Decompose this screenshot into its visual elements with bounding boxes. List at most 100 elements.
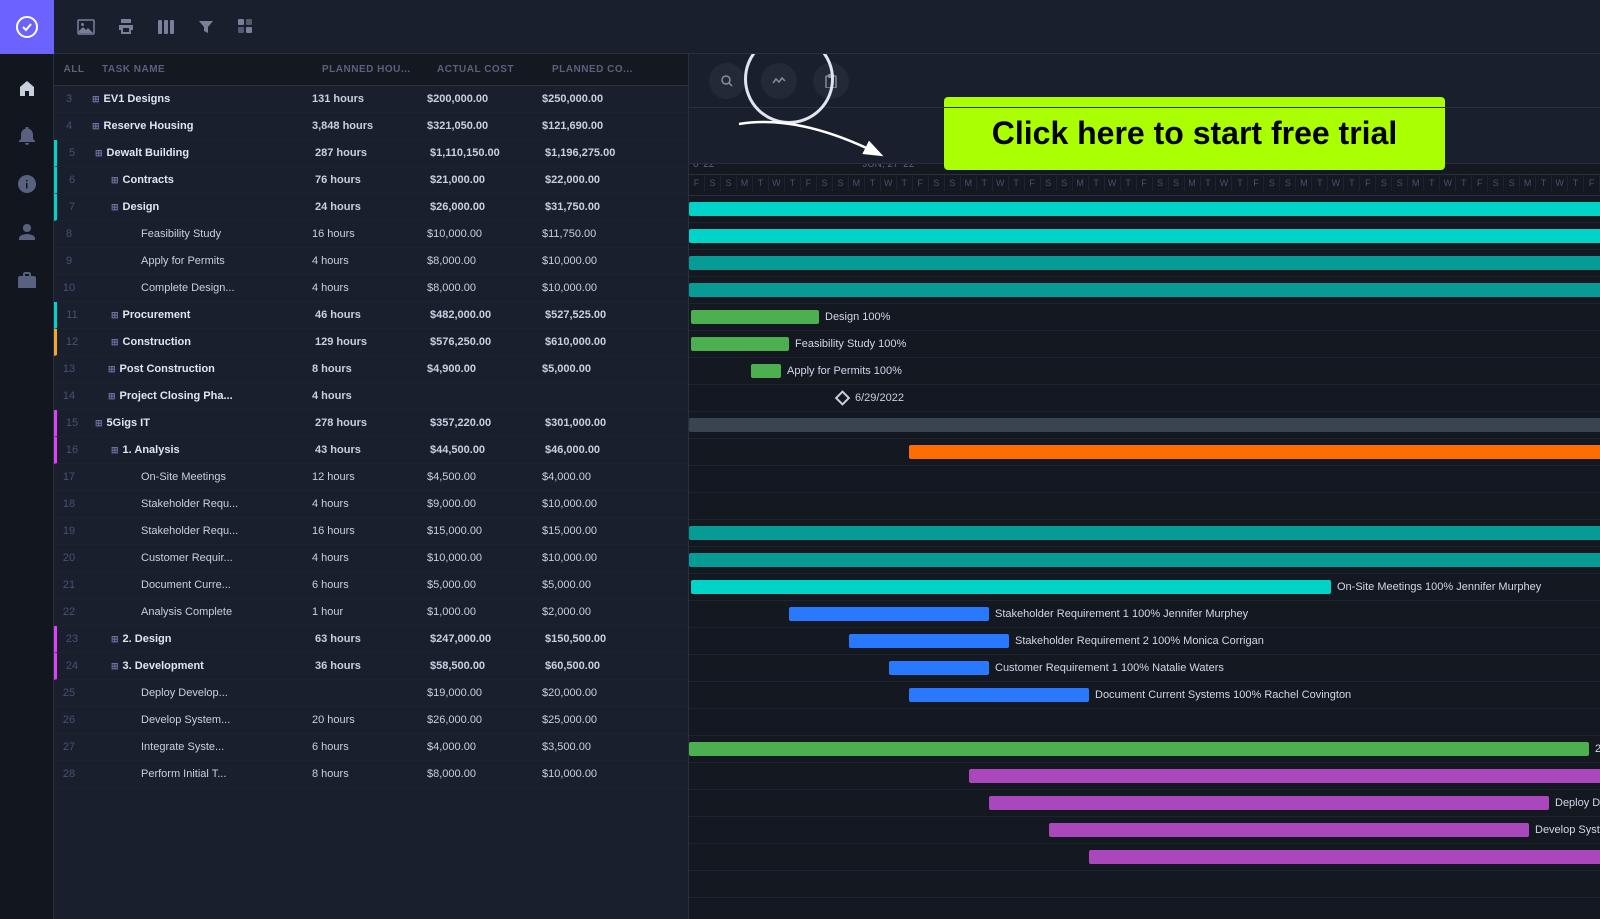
table-row[interactable]: 5 ⊞ Dewalt Building 287 hours $1,110,150…	[54, 140, 688, 167]
row-number: 21	[54, 579, 84, 591]
table-row[interactable]: 4 ⊞ Reserve Housing 3,848 hours $321,050…	[54, 113, 688, 140]
expand-icon[interactable]: ⊞	[95, 148, 103, 159]
table-row[interactable]: 10 Complete Design... 4 hours $8,000.00 …	[54, 275, 688, 302]
row-task-name: ⊞ 1. Analysis	[87, 444, 307, 456]
row-actual: $482,000.00	[422, 309, 537, 321]
briefcase-icon[interactable]	[7, 260, 47, 300]
gantt-bar[interactable]	[689, 742, 1589, 756]
gantt-bar[interactable]	[691, 580, 1331, 594]
table-row[interactable]: 11 ⊞ Procurement 46 hours $482,000.00 $5…	[54, 302, 688, 329]
table-row[interactable]: 25 Deploy Develop... $19,000.00 $20,000.…	[54, 680, 688, 707]
row-number: 8	[54, 228, 84, 240]
expand-icon[interactable]: ⊞	[111, 175, 119, 186]
gantt-bar[interactable]	[751, 364, 781, 378]
gantt-icon-wave[interactable]	[761, 63, 797, 99]
filter-toolbar-icon[interactable]	[190, 11, 222, 43]
row-planned-co: $10,000.00	[534, 255, 649, 267]
row-planned-co: $4,000.00	[534, 471, 649, 483]
expand-icon[interactable]: ⊞	[108, 364, 116, 375]
expand-icon[interactable]: ⊞	[111, 445, 119, 456]
gantt-bar[interactable]	[689, 202, 1600, 216]
gantt-bar[interactable]	[1089, 850, 1600, 864]
table-row[interactable]: 8 Feasibility Study 16 hours $10,000.00 …	[54, 221, 688, 248]
gantt-day-cell: T	[1312, 175, 1328, 191]
table-row[interactable]: 9 Apply for Permits 4 hours $8,000.00 $1…	[54, 248, 688, 275]
expand-icon[interactable]: ⊞	[108, 391, 116, 402]
image-toolbar-icon[interactable]	[70, 11, 102, 43]
gantt-row: Deploy Development Environment 100% Rach…	[689, 790, 1600, 817]
gantt-bar[interactable]	[689, 553, 1600, 567]
table-row[interactable]: 27 Integrate Syste... 6 hours $4,000.00 …	[54, 734, 688, 761]
table-row[interactable]: 12 ⊞ Construction 129 hours $576,250.00 …	[54, 329, 688, 356]
bell-icon[interactable]	[7, 116, 47, 156]
table-row[interactable]: 13 ⊞ Post Construction 8 hours $4,900.00…	[54, 356, 688, 383]
table-row[interactable]: 22 Analysis Complete 1 hour $1,000.00 $2…	[54, 599, 688, 626]
gantt-bar[interactable]	[689, 229, 1600, 243]
expand-icon[interactable]: ⊞	[92, 121, 100, 132]
table-row[interactable]: 17 On-Site Meetings 12 hours $4,500.00 $…	[54, 464, 688, 491]
table-row[interactable]: 21 Document Curre... 6 hours $5,000.00 $…	[54, 572, 688, 599]
gantt-bar[interactable]	[909, 688, 1089, 702]
user-icon[interactable]	[7, 212, 47, 252]
row-number: 22	[54, 606, 84, 618]
table-row[interactable]: 20 Customer Requir... 4 hours $10,000.00…	[54, 545, 688, 572]
home-icon[interactable]	[7, 68, 47, 108]
gantt-row	[689, 196, 1600, 223]
table-row[interactable]: 16 ⊞ 1. Analysis 43 hours $44,500.00 $46…	[54, 437, 688, 464]
print-toolbar-icon[interactable]	[110, 11, 142, 43]
gantt-bar[interactable]	[689, 526, 1600, 540]
expand-icon[interactable]: ⊞	[111, 661, 119, 672]
gantt-bar[interactable]	[849, 634, 1009, 648]
row-actual: $26,000.00	[419, 714, 534, 726]
row-actual: $10,000.00	[419, 552, 534, 564]
expand-icon[interactable]: ⊞	[95, 418, 103, 429]
row-planned: 3,848 hours	[304, 120, 419, 132]
table-row[interactable]: 15 ⊞ 5Gigs IT 278 hours $357,220.00 $301…	[54, 410, 688, 437]
gantt-day-cell: S	[945, 175, 961, 191]
gantt-bar[interactable]	[909, 445, 1600, 459]
gantt-bar[interactable]	[691, 310, 819, 324]
gantt-row: Stakeholder Requirement 1 100% Jennifer …	[689, 601, 1600, 628]
clock-icon[interactable]	[7, 164, 47, 204]
gantt-bar[interactable]	[691, 337, 789, 351]
gantt-row	[689, 520, 1600, 547]
row-actual: $1,110,150.00	[422, 147, 537, 159]
gantt-day-cell: F	[1584, 175, 1600, 191]
table-row[interactable]: 7 ⊞ Design 24 hours $26,000.00 $31,750.0…	[54, 194, 688, 221]
table-row[interactable]: 6 ⊞ Contracts 76 hours $21,000.00 $22,00…	[54, 167, 688, 194]
gantt-bar[interactable]	[689, 418, 1600, 432]
table-row[interactable]: 3 ⊞ EV1 Designs 131 hours $200,000.00 $2…	[54, 86, 688, 113]
columns-toolbar-icon[interactable]	[150, 11, 182, 43]
row-planned: 43 hours	[307, 444, 422, 456]
expand-icon[interactable]: ⊞	[111, 337, 119, 348]
expand-icon[interactable]: ⊞	[111, 634, 119, 645]
table-row[interactable]: 26 Develop System... 20 hours $26,000.00…	[54, 707, 688, 734]
gantt-bar[interactable]	[989, 796, 1549, 810]
gantt-day-cell: W	[1328, 175, 1344, 191]
gantt-bar[interactable]	[689, 256, 1600, 270]
gantt-bar[interactable]	[889, 661, 989, 675]
expand-icon[interactable]: ⊞	[111, 310, 119, 321]
row-planned-co: $250,000.00	[534, 93, 649, 105]
gantt-bar[interactable]	[1049, 823, 1529, 837]
table-row[interactable]: 14 ⊞ Project Closing Pha... 4 hours	[54, 383, 688, 410]
gantt-bar[interactable]	[969, 769, 1600, 783]
gantt-bar[interactable]	[689, 283, 1600, 297]
gantt-icon-search[interactable]	[709, 63, 745, 99]
gantt-day-cell: F	[689, 175, 705, 191]
table-row[interactable]: 19 Stakeholder Requ... 16 hours $15,000.…	[54, 518, 688, 545]
gantt-bar[interactable]	[789, 607, 989, 621]
row-planned-co: $31,750.00	[537, 201, 652, 213]
row-planned-co: $25,000.00	[534, 714, 649, 726]
expand-icon[interactable]: ⊞	[92, 94, 100, 105]
table-row[interactable]: 18 Stakeholder Requ... 4 hours $9,000.00…	[54, 491, 688, 518]
row-actual: $21,000.00	[422, 174, 537, 186]
table-row[interactable]: 28 Perform Initial T... 8 hours $8,000.0…	[54, 761, 688, 788]
expand-icon[interactable]: ⊞	[111, 202, 119, 213]
row-task-name: Stakeholder Requ...	[84, 498, 304, 510]
grid-toolbar-icon[interactable]	[230, 11, 262, 43]
table-row[interactable]: 23 ⊞ 2. Design 63 hours $247,000.00 $150…	[54, 626, 688, 653]
gantt-icon-clipboard[interactable]	[813, 63, 849, 99]
row-planned-co: $15,000.00	[534, 525, 649, 537]
table-row[interactable]: 24 ⊞ 3. Development 36 hours $58,500.00 …	[54, 653, 688, 680]
